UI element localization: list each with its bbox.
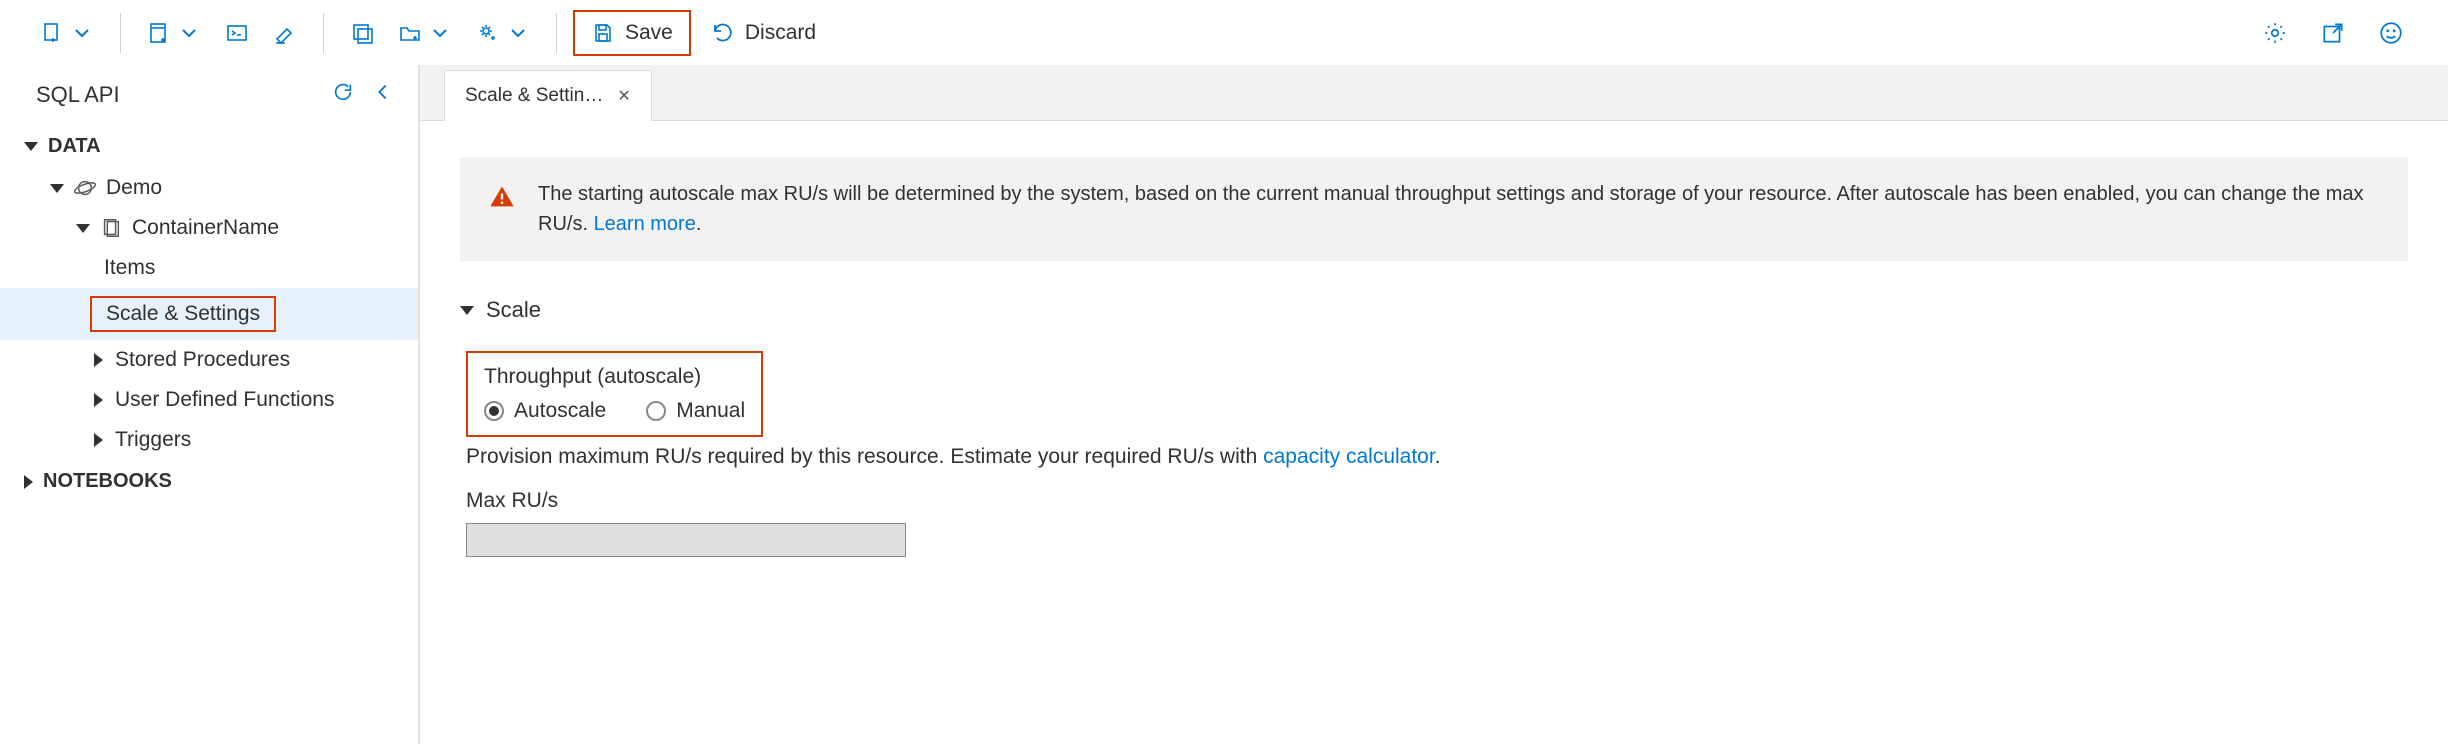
throughput-radios: Autoscale Manual	[484, 399, 745, 423]
open-external-button[interactable]	[2306, 20, 2360, 46]
gear-icon	[2262, 20, 2288, 46]
tree-container-label: ContainerName	[132, 216, 279, 240]
toolbar-separator	[556, 13, 557, 53]
caret-down-icon	[50, 184, 64, 193]
container-icon	[100, 217, 122, 239]
new-folder-dropdown[interactable]	[388, 11, 462, 55]
info-callout: The starting autoscale max RU/s will be …	[460, 157, 2408, 261]
new-query-dropdown[interactable]	[137, 11, 211, 55]
learn-more-link[interactable]: Learn more	[594, 213, 696, 235]
tree-udfs-label: User Defined Functions	[115, 388, 334, 412]
caret-down-icon	[24, 142, 38, 151]
tab-close-button[interactable]: ✕	[617, 86, 630, 106]
radio-icon	[484, 401, 504, 421]
toolbar-separator	[323, 13, 324, 53]
section-notebooks-label: NOTEBOOKS	[43, 470, 172, 493]
toolbar: Save Discard	[0, 0, 2448, 65]
discard-label: Discard	[745, 21, 816, 45]
callout-text: The starting autoscale max RU/s will be …	[538, 179, 2380, 239]
scale-button[interactable]	[340, 11, 384, 55]
main: SQL API DATA Demo ContainerNam	[0, 65, 2448, 744]
sidebar-title: SQL API	[36, 82, 120, 108]
settings-new-dropdown[interactable]	[466, 11, 540, 55]
discard-button[interactable]: Discard	[695, 21, 832, 45]
discard-icon	[711, 21, 735, 45]
tree-triggers-label: Triggers	[115, 428, 191, 452]
save-label: Save	[625, 21, 673, 45]
caret-right-icon	[94, 393, 103, 407]
sidebar: SQL API DATA Demo ContainerNam	[0, 65, 420, 744]
smiley-icon	[2378, 20, 2404, 46]
caret-down-icon	[76, 224, 90, 233]
radio-icon	[646, 401, 666, 421]
refresh-icon	[332, 81, 354, 103]
tree-database-label: Demo	[106, 176, 162, 200]
max-ru-label: Max RU/s	[466, 489, 2408, 513]
tree-items-label: Items	[104, 256, 155, 279]
radio-manual-label: Manual	[676, 399, 745, 423]
scale-section-head[interactable]: Scale	[460, 297, 2408, 323]
radio-autoscale-label: Autoscale	[514, 399, 606, 423]
save-icon	[591, 21, 615, 45]
section-data[interactable]: DATA	[0, 125, 418, 168]
tree-items[interactable]: Items	[0, 248, 418, 288]
capacity-calculator-link[interactable]: capacity calculator	[1263, 445, 1435, 468]
radio-manual[interactable]: Manual	[646, 399, 745, 423]
section-data-label: DATA	[48, 135, 101, 158]
external-icon	[2320, 20, 2346, 46]
caret-right-icon	[94, 433, 103, 447]
database-icon	[74, 177, 96, 199]
tree-container[interactable]: ContainerName	[0, 208, 418, 248]
chevron-left-icon	[372, 81, 394, 103]
tree-database[interactable]: Demo	[0, 168, 418, 208]
scale-section-title: Scale	[486, 297, 541, 323]
collapse-sidebar-button[interactable]	[372, 81, 394, 109]
help-text-b: .	[1435, 445, 1441, 468]
settings-gear-button[interactable]	[2248, 20, 2302, 46]
callout-text-a: The starting autoscale max RU/s will be …	[538, 183, 2364, 235]
throughput-field: Throughput (autoscale) Autoscale Manual	[466, 351, 763, 437]
new-item-dropdown[interactable]	[30, 11, 104, 55]
caret-right-icon	[24, 475, 33, 489]
tree-udfs[interactable]: User Defined Functions	[0, 380, 418, 420]
refresh-button[interactable]	[332, 81, 354, 109]
tree-triggers[interactable]: Triggers	[0, 420, 418, 460]
content: Scale & Settin… ✕ The starting autoscale…	[420, 65, 2448, 744]
clear-button[interactable]	[263, 11, 307, 55]
throughput-label: Throughput (autoscale)	[484, 365, 745, 389]
radio-autoscale[interactable]: Autoscale	[484, 399, 606, 423]
toolbar-separator	[120, 13, 121, 53]
tabs: Scale & Settin… ✕	[420, 65, 2448, 121]
section-notebooks[interactable]: NOTEBOOKS	[0, 460, 418, 503]
tab-scale-settings[interactable]: Scale & Settin… ✕	[444, 70, 652, 121]
feedback-button[interactable]	[2364, 20, 2418, 46]
tab-label: Scale & Settin…	[465, 85, 603, 107]
tree-scale-settings[interactable]: Scale & Settings	[0, 288, 418, 340]
warning-icon	[488, 183, 516, 239]
tree-sprocs-label: Stored Procedures	[115, 348, 290, 372]
open-terminal-button[interactable]	[215, 11, 259, 55]
tree-sprocs[interactable]: Stored Procedures	[0, 340, 418, 380]
callout-text-b: .	[696, 213, 702, 235]
save-button[interactable]: Save	[573, 10, 691, 56]
max-ru-input[interactable]	[466, 523, 906, 557]
throughput-help: Provision maximum RU/s required by this …	[466, 445, 2408, 469]
tree-scale-settings-label: Scale & Settings	[90, 296, 276, 332]
caret-down-icon	[460, 306, 474, 315]
content-body: The starting autoscale max RU/s will be …	[420, 121, 2448, 744]
caret-right-icon	[94, 353, 103, 367]
sidebar-header: SQL API	[0, 65, 418, 125]
help-text-a: Provision maximum RU/s required by this …	[466, 445, 1263, 468]
